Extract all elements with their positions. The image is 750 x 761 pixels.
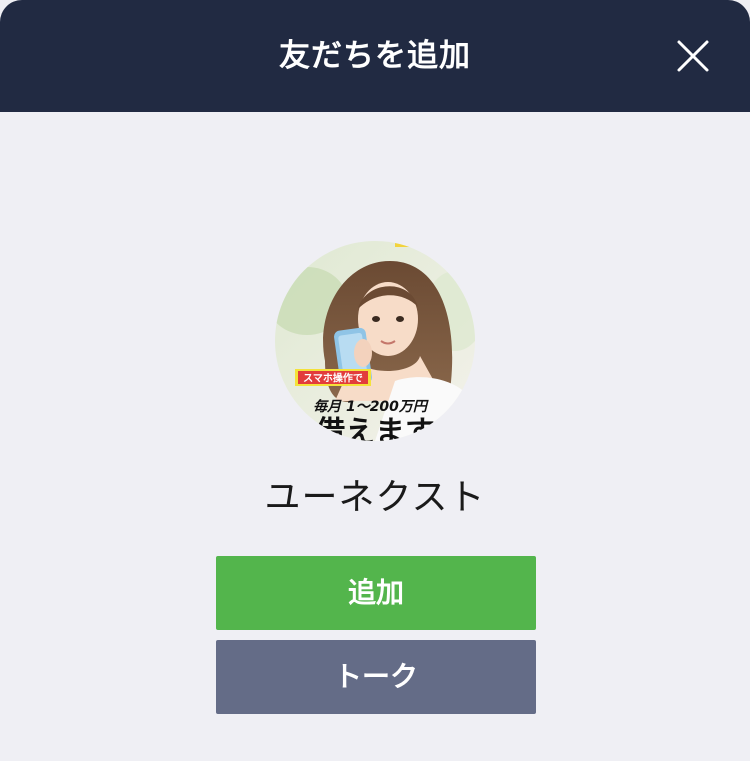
profile-name: ユーネクスト bbox=[264, 477, 486, 518]
add-friend-dialog: 友だちを追加 スマホ操作で 毎月 1～200万円 借えます ユーネクスト 追加 … bbox=[0, 0, 750, 761]
talk-button[interactable]: トーク bbox=[216, 640, 536, 714]
dialog-title: 友だちを追加 bbox=[279, 38, 471, 74]
close-button[interactable] bbox=[670, 33, 716, 79]
avatar-amount-text: 毎月 1～200万円 bbox=[313, 398, 429, 415]
profile-avatar: スマホ操作で 毎月 1～200万円 借えます bbox=[275, 241, 475, 441]
dialog-header: 友だちを追加 bbox=[0, 0, 750, 112]
avatar-bottom-text: 借えます bbox=[314, 415, 435, 441]
avatar-banner-text: スマホ操作で bbox=[303, 372, 363, 385]
close-icon bbox=[677, 40, 709, 72]
add-friend-button[interactable]: 追加 bbox=[216, 556, 536, 630]
